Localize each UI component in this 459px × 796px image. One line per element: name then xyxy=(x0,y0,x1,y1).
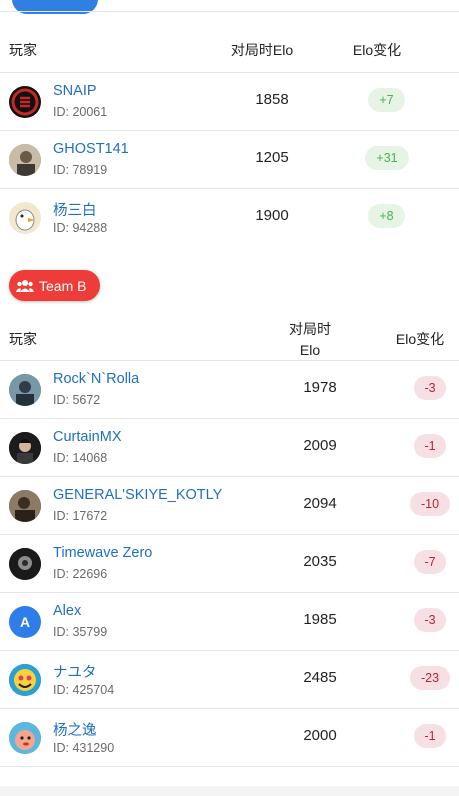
player-id: ID: 425704 xyxy=(53,683,115,697)
player-elo: 2009 xyxy=(303,437,337,454)
footer-strip xyxy=(0,786,459,796)
player-elo: 2094 xyxy=(303,495,337,512)
player-elo: 1205 xyxy=(255,149,289,166)
table-row: Rock`N`Rolla ID: 5672 1978 -3 xyxy=(0,360,459,419)
player-name-link[interactable]: GHOST141 xyxy=(53,141,129,157)
table-row: GENERAL'SKIYE_KOTLY ID: 17672 2094 -10 xyxy=(0,476,459,535)
table-row: SNAIP ID: 20061 1858 +7 xyxy=(0,72,459,131)
player-id: ID: 22696 xyxy=(53,567,108,581)
cartoon-avatar[interactable] xyxy=(9,722,41,754)
column-elo-change: Elo变化 xyxy=(395,331,445,347)
team-b-name: Team B xyxy=(39,277,87,294)
player-elo: 1978 xyxy=(303,379,337,396)
table-row: A Alex ID: 35799 1985 -3 xyxy=(0,592,459,651)
elo-change-badge: -3 xyxy=(414,608,446,632)
player-id: ID: 78919 xyxy=(53,163,108,177)
elo-change-badge: -3 xyxy=(414,376,446,400)
player-name-link[interactable]: Timewave Zero xyxy=(53,545,152,561)
player-id: ID: 94288 xyxy=(53,221,108,235)
photo-avatar[interactable] xyxy=(9,432,41,464)
player-elo: 1985 xyxy=(303,611,337,628)
table-row: CurtainMX ID: 14068 2009 -1 xyxy=(0,418,459,477)
table-row: 杨三白 ID: 94288 1900 +8 xyxy=(0,188,459,247)
photo-avatar[interactable] xyxy=(9,548,41,580)
player-id: ID: 14068 xyxy=(53,451,108,465)
player-name-link[interactable]: Rock`N`Rolla xyxy=(53,371,139,387)
elo-change-badge: -7 xyxy=(414,550,446,574)
group-icon xyxy=(16,279,34,292)
divider xyxy=(0,766,459,767)
elo-change-badge: -1 xyxy=(414,724,446,748)
elo-change-badge: +8 xyxy=(368,204,405,228)
column-player: 玩家 xyxy=(9,42,37,58)
table-row: ナユタ ID: 425704 2485 -23 xyxy=(0,650,459,709)
player-name-link[interactable]: 杨三白 xyxy=(53,199,97,220)
player-elo: 2035 xyxy=(303,553,337,570)
player-name-link[interactable]: GENERAL'SKIYE_KOTLY xyxy=(53,487,222,503)
player-id: ID: 35799 xyxy=(53,625,108,639)
player-name-link[interactable]: CurtainMX xyxy=(53,429,122,445)
player-name-link[interactable]: SNAIP xyxy=(53,83,97,99)
elo-change-badge: +31 xyxy=(365,146,409,170)
player-id: ID: 5672 xyxy=(53,393,101,407)
photo-avatar[interactable] xyxy=(9,490,41,522)
elo-change-badge: -10 xyxy=(410,492,450,516)
table-row: GHOST141 ID: 78919 1205 +31 xyxy=(0,130,459,189)
player-elo: 1900 xyxy=(255,207,289,224)
player-id: ID: 431290 xyxy=(53,741,115,755)
column-elo-line2: Elo xyxy=(299,342,321,358)
letter-avatar[interactable]: A xyxy=(9,606,41,638)
colorful-avatar[interactable] xyxy=(9,664,41,696)
table-row: Timewave Zero ID: 22696 2035 -7 xyxy=(0,534,459,593)
player-name-link[interactable]: Alex xyxy=(53,603,81,619)
snaip-logo-avatar[interactable] xyxy=(9,86,41,118)
player-elo: 1858 xyxy=(255,91,289,108)
elo-change-badge: -1 xyxy=(414,434,446,458)
player-elo: 2000 xyxy=(303,727,337,744)
player-id: ID: 17672 xyxy=(53,509,108,523)
divider xyxy=(0,11,459,12)
photo-avatar[interactable] xyxy=(9,144,41,176)
column-elo-line1: 对局时 xyxy=(289,321,331,337)
player-id: ID: 20061 xyxy=(53,105,108,119)
photo-avatar[interactable] xyxy=(9,374,41,406)
column-elo: 对局时Elo xyxy=(230,42,294,58)
goose-avatar[interactable] xyxy=(9,202,41,234)
column-elo-change: Elo变化 xyxy=(352,42,402,58)
table-row: 杨之逸 ID: 431290 2000 -1 xyxy=(0,708,459,767)
column-player: 玩家 xyxy=(9,331,37,347)
avatar-letter: A xyxy=(19,614,31,630)
player-name-link[interactable]: 杨之逸 xyxy=(53,719,97,740)
player-name-link[interactable]: ナユタ xyxy=(53,661,97,682)
team-b-label[interactable]: Team B xyxy=(9,270,100,301)
player-elo: 2485 xyxy=(303,669,337,686)
elo-change-badge: +7 xyxy=(368,88,405,112)
elo-change-badge: -23 xyxy=(410,666,450,690)
